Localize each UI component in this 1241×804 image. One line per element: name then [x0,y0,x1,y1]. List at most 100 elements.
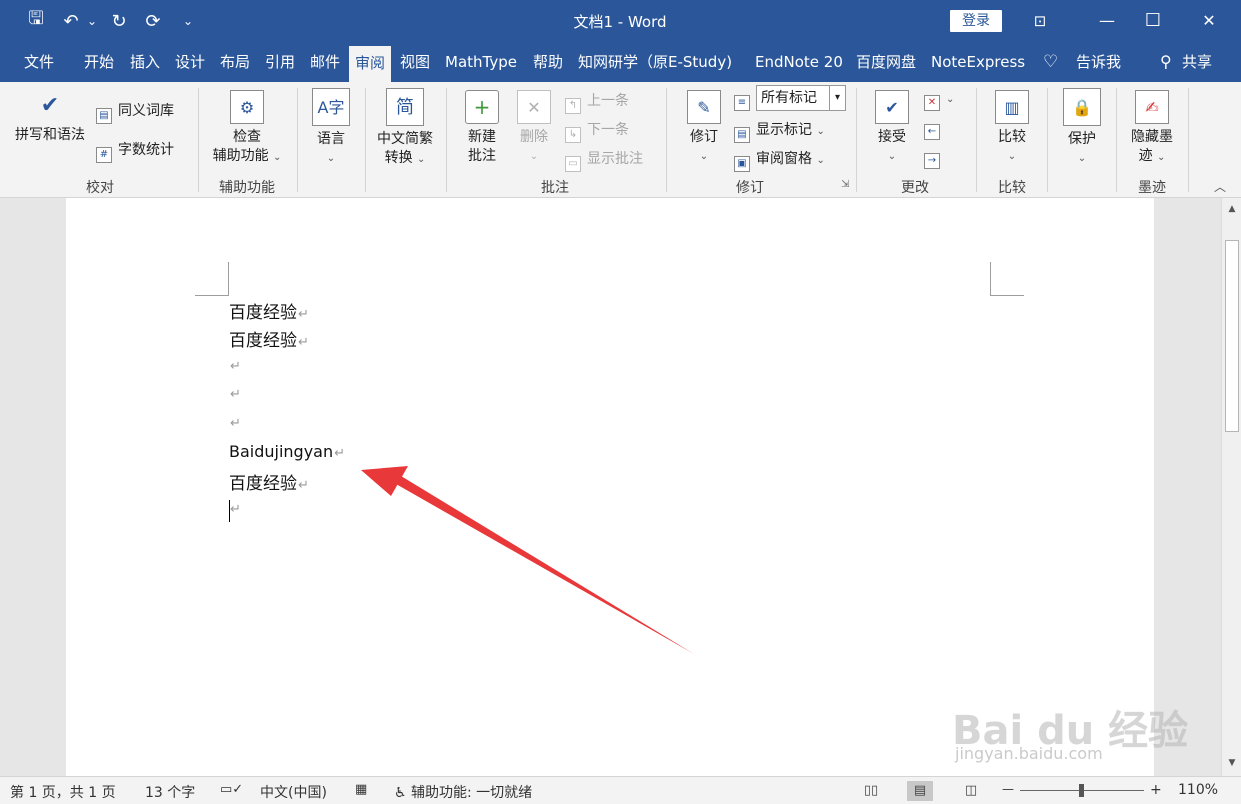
undo-icon[interactable]: ↶ [58,8,84,34]
maximize-button[interactable]: ☐ [1130,6,1176,36]
tab-file[interactable]: 文件 [24,42,54,82]
next-change-button[interactable]: → [924,148,946,169]
check-accessibility-button[interactable]: ⚙ 检查 辅助功能 ⌄ [206,90,288,167]
thesaurus-button[interactable]: ▤ 同义词库 [96,100,174,124]
show-comments-button[interactable]: ▭ 显示批注 [565,148,643,172]
person-icon[interactable]: ⚲ [1160,42,1172,82]
tell-me-search[interactable]: 告诉我 [1076,42,1121,82]
lightbulb-icon[interactable]: ♡ [1043,42,1058,82]
next-comment-button[interactable]: ↳ 下一条 [565,119,629,143]
macro-icon[interactable]: ▦ [355,782,367,797]
tab-insert[interactable]: 插入 [130,42,160,82]
tab-design[interactable]: 设计 [175,42,205,82]
tab-cnki-estudy[interactable]: 知网研学（原E-Study) [578,42,732,82]
tab-noteexpress[interactable]: NoteExpress [931,42,1025,82]
compare-button[interactable]: ▥ 比较 ⌄ [990,90,1034,166]
read-mode-icon[interactable]: ▯▯ [858,781,884,801]
chinese-conversion-button[interactable]: 简 中文简繁 转换 ⌄ [370,88,440,169]
accept-button[interactable]: ✔ 接受 ⌄ [870,90,914,166]
vertical-scrollbar[interactable]: ▲ ▼ [1221,198,1241,776]
word-count[interactable]: 13 个字 [145,782,195,802]
markup-display-select[interactable]: 所有标记 ▾ [756,85,846,111]
accept-label: 接受 [878,129,906,145]
web-layout-icon[interactable]: ◫ [958,781,984,801]
delete-comment-icon: ✕ [517,90,551,124]
ribbon-separator [666,88,667,192]
redo-icon[interactable]: ↻ [106,8,132,34]
accessibility-check-icon: ⚙ [230,90,264,124]
spelling-grammar-button[interactable]: ✔ 拼写和语法 [8,88,92,145]
tab-endnote[interactable]: EndNote 20 [755,42,843,82]
reject-button[interactable]: ✕ ⌄ [924,90,954,111]
collapse-ribbon-icon[interactable]: ︿ [1214,178,1226,195]
accessibility-status[interactable]: ♿ 辅助功能: 一切就绪 [394,782,532,802]
tab-home[interactable]: 开始 [84,42,114,82]
display-for-review-icon: ≡ [734,90,756,111]
tab-view[interactable]: 视图 [400,42,430,82]
save-icon[interactable]: 🖫 [22,8,50,34]
chevron-down-icon: ⌄ [816,155,825,166]
zoom-slider-thumb[interactable] [1079,784,1084,797]
undo-dropdown-icon[interactable]: ⌄ [86,8,98,34]
zoom-out-button[interactable]: — [1002,782,1014,796]
minimize-button[interactable]: — [1084,6,1130,36]
protect-button[interactable]: 🔒 保护 ⌄ [1060,88,1104,168]
protect-label: 保护 [1068,131,1096,147]
previous-comment-button[interactable]: ↰ 上一条 [565,90,629,114]
track-changes-icon: ✎ [687,90,721,124]
reviewing-pane-button[interactable]: ▣ 审阅窗格 ⌄ [734,148,825,172]
ribbon-display-options-icon[interactable]: ⊡ [1017,6,1063,36]
customize-quick-access-icon[interactable]: ⌄ [180,8,196,34]
ribbon-separator [297,88,298,192]
scroll-up-icon[interactable]: ▲ [1225,202,1239,216]
language-status[interactable]: 中文(中国) [260,782,327,802]
scroll-down-icon[interactable]: ▼ [1225,756,1239,770]
scrollbar-thumb[interactable] [1225,240,1239,432]
spelling-check-icon: ✔ [40,92,60,118]
check-accessibility-line1: 检查 [233,129,261,145]
previous-change-button[interactable]: ← [924,119,946,140]
chevron-down-icon: ⌄ [273,152,282,163]
proofing-status-icon[interactable]: ▭✓ [220,782,243,797]
show-markup-button[interactable]: ▤ 显示标记 ⌄ [734,119,825,143]
tab-review[interactable]: 审阅 [349,46,392,82]
new-comment-button[interactable]: + 新建 批注 [458,90,506,166]
tab-layout[interactable]: 布局 [220,42,250,82]
page-count[interactable]: 第 1 页，共 1 页 [10,782,116,802]
zoom-level[interactable]: 110% [1178,782,1218,798]
ribbon-separator [198,88,199,192]
reviewing-pane-label: 审阅窗格 [756,151,812,167]
delete-comment-label: 删除 [520,129,548,145]
language-button[interactable]: A字 语言 ⌄ [306,88,356,168]
tab-mathtype[interactable]: MathType [445,42,517,82]
tracking-dialog-launcher-icon[interactable]: ⇲ [841,179,849,190]
tab-baidu-netdisk[interactable]: 百度网盘 [856,42,916,82]
chinese-conversion-line1: 中文简繁 [377,131,433,147]
status-bar: 第 1 页，共 1 页 13 个字 ▭✓ 中文(中国) ▦ ♿ 辅助功能: 一切… [0,776,1241,804]
accessibility-icon: ♿ [394,785,407,801]
word-count-button[interactable]: # 字数统计 [96,139,174,163]
delete-comment-button[interactable]: ✕ 删除 ⌄ [512,90,556,166]
language-label: 语言 [317,131,345,147]
reviewing-pane-icon: ▣ [734,156,750,172]
tab-help[interactable]: 帮助 [533,42,563,82]
share-button[interactable]: 共享 [1182,42,1212,82]
baidu-watermark-url: jingyan.baidu.com [955,744,1103,763]
zoom-in-button[interactable]: + [1150,782,1162,798]
close-button[interactable]: ✕ [1186,6,1232,36]
repeat-icon[interactable]: ⟳ [140,8,166,34]
tab-references[interactable]: 引用 [265,42,295,82]
print-layout-icon[interactable]: ▤ [907,781,933,801]
track-changes-button[interactable]: ✎ 修订 ⌄ [682,90,726,166]
chevron-down-icon[interactable]: ▾ [829,86,845,110]
title-bar: 🖫 ↶ ⌄ ↻ ⟳ ⌄ 文档1 - Word 登录 ⊡ — ☐ ✕ [0,0,1241,42]
login-button[interactable]: 登录 [950,10,1002,32]
hide-ink-button[interactable]: ✍ 隐藏墨 迹 ⌄ [1122,90,1182,167]
spelling-label: 拼写和语法 [15,127,85,143]
markup-display-value: 所有标记 [761,90,817,106]
group-label-compare: 比较 [998,180,1026,196]
ribbon-separator [1047,88,1048,192]
tab-mailings[interactable]: 邮件 [310,42,340,82]
accept-icon: ✔ [875,90,909,124]
previous-comment-label: 上一条 [587,93,629,109]
